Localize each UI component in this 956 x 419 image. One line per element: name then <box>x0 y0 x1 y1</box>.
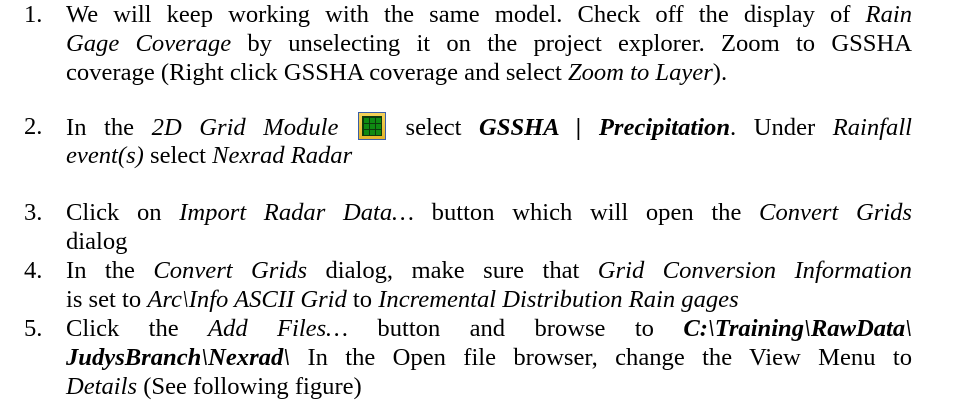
step-line: Click the Add Files… button and browse t… <box>66 314 912 343</box>
text-bold-italic: JudysBranch\Nexrad\ <box>66 344 291 371</box>
text-italic: Add Files… <box>208 315 349 342</box>
text: select <box>387 114 480 141</box>
text-italic: Convert Grids <box>153 257 308 284</box>
text-bold-italic: GSSHA | Precipitation <box>479 114 731 141</box>
text: dialog, make sure that <box>307 257 598 284</box>
step-line: Click on Import Radar Data… button which… <box>66 198 912 227</box>
step-number: 4. <box>24 257 43 284</box>
text: dialog <box>66 228 128 255</box>
text: button and browse to <box>348 315 684 342</box>
step-line: Gage Coverage by unselecting it on the p… <box>66 29 912 58</box>
step-line: is set to Arc\Info ASCII Grid to Increme… <box>66 285 956 314</box>
text: is set to <box>66 286 148 313</box>
text: Click on <box>66 199 180 226</box>
step-line: Details (See following figure) <box>66 372 956 401</box>
step-number: 2. <box>24 113 43 140</box>
text-italic: Rain <box>865 1 912 28</box>
step-text: Click the Add Files… button and browse t… <box>66 314 956 401</box>
step-line: dialog <box>66 227 956 256</box>
text: In the Open file browser, change the Vie… <box>290 344 912 371</box>
text: In the <box>66 257 154 284</box>
step-line: In the Convert Grids dialog, make sure t… <box>66 256 912 285</box>
text-italic: Gage Coverage <box>66 30 232 57</box>
text: ). <box>712 59 728 86</box>
text: by unselecting it on the project explore… <box>231 30 912 57</box>
step-number: 1. <box>24 1 43 28</box>
2d-grid-module-icon <box>357 112 386 140</box>
text-italic: Convert Grids <box>759 199 912 226</box>
text-italic: event(s) <box>66 142 144 169</box>
text-italic: Details <box>66 373 138 400</box>
text: coverage (Right click GSSHA coverage and… <box>66 59 568 86</box>
step-number: 3. <box>24 199 43 226</box>
step-text: We will keep working with the same model… <box>66 0 956 87</box>
step-text: Click on Import Radar Data… button which… <box>66 198 956 256</box>
text-italic: Arc\Info ASCII Grid <box>147 286 347 313</box>
step-text: In the Convert Grids dialog, make sure t… <box>66 256 956 314</box>
text: Click the <box>66 315 209 342</box>
step-line: JudysBranch\Nexrad\ In the Open file bro… <box>66 343 912 372</box>
text-italic: Rainfall <box>832 114 912 141</box>
step-line: We will keep working with the same model… <box>66 0 912 29</box>
text-italic: Incremental Distribution Rain gages <box>378 286 739 313</box>
text: select <box>143 142 213 169</box>
text: (See following figure) <box>137 373 362 400</box>
step-line: In the 2D Grid Module select GSSHA | Pre… <box>66 112 912 141</box>
text: . Under <box>730 114 833 141</box>
text: button which will open the <box>414 199 760 226</box>
text-italic: Nexrad Radar <box>212 142 353 169</box>
text: We will keep working with the same model… <box>66 1 866 28</box>
text: to <box>346 286 379 313</box>
step-text: In the 2D Grid Module select GSSHA | Pre… <box>66 112 956 170</box>
text-italic: Zoom to Layer <box>567 59 713 86</box>
step-line: event(s) select Nexrad Radar <box>66 141 956 170</box>
text-italic: 2D Grid Module <box>151 114 339 141</box>
text: In the <box>66 114 152 141</box>
text-italic: Grid Conversion Information <box>597 257 912 284</box>
instruction-document: 1. We will keep working with the same mo… <box>0 0 956 419</box>
step-line: coverage (Right click GSSHA coverage and… <box>66 58 956 87</box>
step-number: 5. <box>24 315 43 342</box>
text-bold-italic: C:\Training\RawData\ <box>683 315 912 342</box>
text-italic: Import Radar Data… <box>179 199 415 226</box>
